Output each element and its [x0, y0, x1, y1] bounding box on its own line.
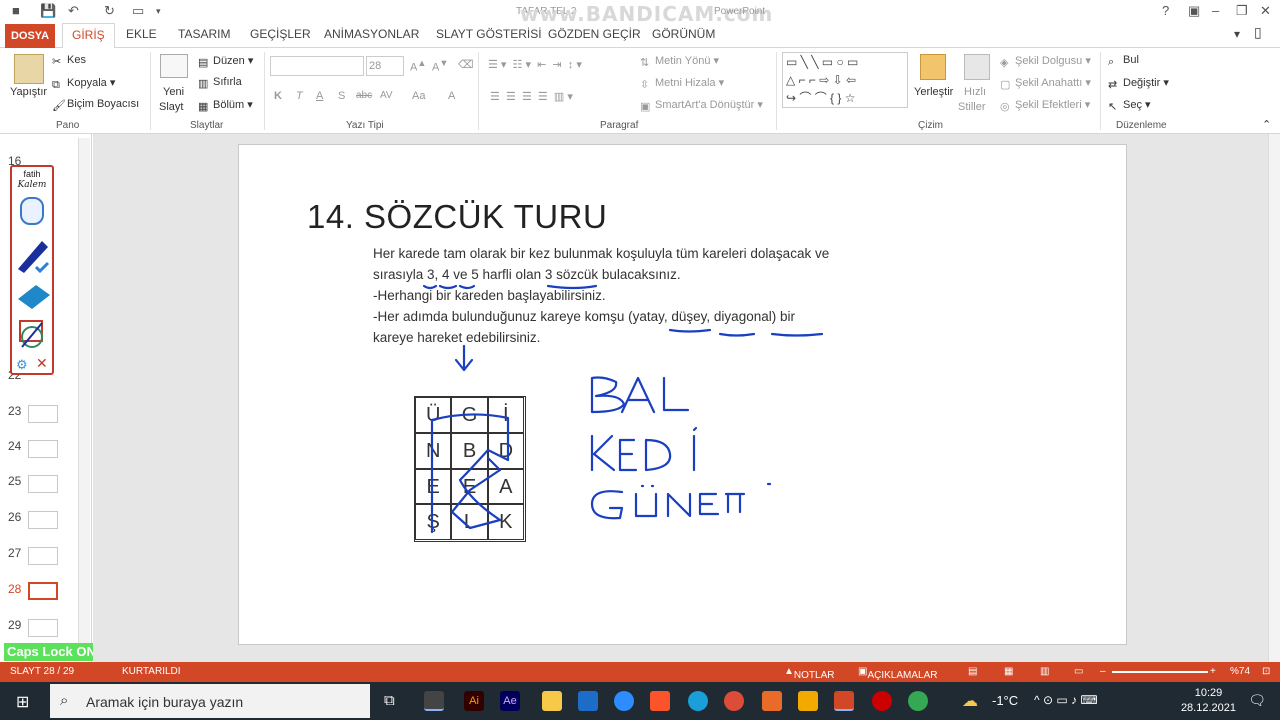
ink-word-gunes-n: [666, 492, 692, 518]
ink-word-kedi-e: [618, 438, 638, 472]
zoom-level[interactable]: %74: [1230, 666, 1250, 677]
normal-view-icon[interactable]: ▤: [968, 666, 977, 677]
app-drop-icon[interactable]: [762, 691, 782, 711]
record-icon[interactable]: [872, 691, 892, 711]
brave-icon[interactable]: [650, 691, 670, 711]
ink-underline-duşey: [718, 332, 756, 337]
ink-path-over-grid: [430, 413, 510, 534]
comments-button[interactable]: ▣ AÇIKLAMALAR: [858, 666, 937, 681]
ink-word-gunes-e: [698, 492, 720, 516]
mail-icon[interactable]: [578, 691, 598, 711]
zoom-out-icon[interactable]: –: [1100, 666, 1106, 677]
zoom-icon[interactable]: [614, 691, 634, 711]
ink-word-kedi-i: [692, 426, 698, 472]
notes-button[interactable]: ▲ NOTLAR: [784, 666, 834, 681]
search-input[interactable]: Aramak için buraya yazın: [86, 694, 243, 710]
ink-underline-4: [438, 284, 458, 290]
zoom-slider[interactable]: [1112, 671, 1208, 673]
ink-word-kedi-d: [644, 438, 672, 472]
ink-word-bal-l: [662, 376, 690, 412]
taskbar-search[interactable]: ⌕ Aramak için buraya yazın: [50, 684, 370, 718]
tray-icons[interactable]: ^ ⊙ ▭ ♪ ⌨: [1034, 693, 1098, 707]
zoom-in-icon[interactable]: +: [1210, 666, 1216, 677]
pen-app-icon[interactable]: [424, 691, 444, 711]
recovered-status: KURTARILDI: [122, 666, 181, 677]
notification-icon[interactable]: 🗨: [1248, 692, 1266, 709]
weather-icon[interactable]: ☁: [962, 691, 978, 711]
ink-underline-5: [458, 284, 476, 290]
slide-sorter-icon[interactable]: ▦: [1004, 666, 1013, 677]
ink-word-bal-a: [620, 376, 656, 414]
ink-word-gunes-g: [590, 490, 624, 520]
ink-word-gunes-u: [634, 484, 658, 518]
ink-underline-sozcuk: [546, 284, 598, 290]
status-bar: SLAYT 28 / 29 KURTARILDI ▲ NOTLAR ▣ AÇIK…: [0, 662, 1280, 682]
ink-annotations: [422, 284, 824, 534]
taskbar: ⊞ ⌕ Aramak için buraya yazın ⧉ Ai Ae ☁ -…: [0, 682, 1280, 720]
powerpoint-taskbar-icon[interactable]: [834, 691, 854, 711]
chrome-icon[interactable]: [724, 691, 744, 711]
ink-word-kedi-k: [590, 434, 616, 472]
slide-counter: SLAYT 28 / 29: [10, 666, 75, 677]
illustrator-icon[interactable]: Ai: [464, 691, 484, 711]
file-explorer-icon[interactable]: [542, 691, 562, 711]
windows-start-icon[interactable]: ⊞: [16, 692, 29, 712]
ink-word-gunes-s: [724, 492, 746, 514]
slideshow-view-icon[interactable]: ▭: [1074, 666, 1083, 677]
temperature[interactable]: -1°C: [992, 693, 1018, 708]
ink-word-bal-b: [590, 376, 626, 414]
task-view-icon[interactable]: ⧉: [384, 692, 395, 709]
search-icon: ⌕: [60, 692, 69, 709]
app-g-icon[interactable]: [798, 691, 818, 711]
ink-down-arrow: [454, 344, 474, 372]
ink-underline-yatay: [668, 328, 712, 333]
fit-slide-icon[interactable]: ⊡: [1262, 666, 1270, 677]
ink-underline-3: [422, 284, 438, 290]
edge-icon[interactable]: [688, 691, 708, 711]
clock[interactable]: 10:29 28.12.2021: [1181, 686, 1236, 716]
reading-view-icon[interactable]: ▥: [1040, 666, 1049, 677]
ink-underline-diyagonal: [770, 332, 824, 337]
chrome-2-icon[interactable]: [908, 691, 928, 711]
after-effects-icon[interactable]: Ae: [500, 691, 520, 711]
